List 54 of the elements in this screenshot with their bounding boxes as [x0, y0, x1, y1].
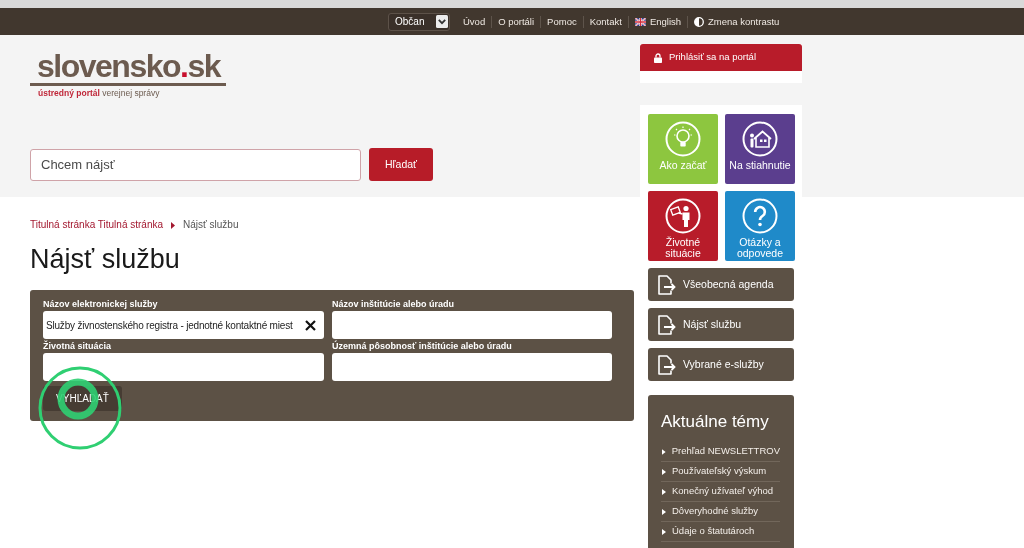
breadcrumb-current: Nájsť službu: [183, 219, 239, 231]
person-sign-icon: [665, 198, 701, 234]
quick-link-button[interactable]: Všeobecná agenda: [648, 268, 794, 301]
category-tile[interactable]: Na stiahnutie: [725, 114, 795, 184]
topic-link[interactable]: Používateľský výskum: [661, 462, 780, 482]
search-button[interactable]: Hľadať: [369, 148, 433, 181]
category-tile[interactable]: Otázky a odpovede: [725, 191, 795, 261]
document-arrow-icon: [657, 354, 676, 375]
topic-link[interactable]: Prehľad NEWSLETTROV: [661, 442, 780, 462]
house-person-icon: [742, 121, 778, 157]
field-label: Životná situácia: [43, 340, 112, 353]
caret-icon: [662, 468, 666, 475]
document-arrow-icon: [657, 314, 676, 335]
clear-icon[interactable]: [305, 319, 316, 331]
input-field[interactable]: [43, 353, 324, 381]
logo[interactable]: slovensko.sk: [30, 50, 226, 86]
nav-link[interactable]: O portáli: [491, 15, 541, 28]
language-link[interactable]: English: [627, 15, 688, 28]
nav-link[interactable]: Kontakt: [582, 15, 628, 28]
input-field[interactable]: [332, 311, 612, 339]
caret-icon: [662, 528, 666, 535]
breadcrumb-link[interactable]: Titulná stránka Titulná stránka: [30, 219, 164, 231]
input-field[interactable]: [332, 353, 612, 381]
section-title: Aktuálne témy: [661, 412, 769, 432]
field-label: Názov elektronickej služby: [43, 298, 158, 311]
dropdown-arrow-icon: [436, 15, 448, 28]
lock-icon: [654, 52, 662, 63]
question-mark-icon: [742, 198, 778, 234]
contrast-link[interactable]: Zmena kontrastu: [687, 15, 786, 28]
field-label: Územná pôsobnosť inštitúcie alebo úradu: [332, 340, 512, 353]
quick-link-button[interactable]: Nájsť službu: [648, 308, 794, 341]
topic-link[interactable]: Dôveryhodné služby: [661, 502, 780, 522]
logo-tagline: ústredný portál verejnej správy: [37, 88, 160, 98]
field-label: Názov inštitúcie alebo úradu: [332, 298, 455, 311]
login-button[interactable]: Prihlásiť sa na portál: [640, 44, 802, 71]
light-bulb-icon: [665, 121, 701, 157]
caret-icon: [662, 508, 666, 515]
topic-link[interactable]: Údaje o štatutároch: [661, 522, 780, 542]
contrast-icon: [694, 16, 705, 27]
caret-icon: [662, 448, 666, 455]
search-field[interactable]: Chcem nájsť: [30, 148, 361, 181]
topic-link[interactable]: Konečný užívateľ výhod: [661, 482, 780, 502]
page-title: Nájsť službu: [30, 243, 180, 275]
click-ring-icon: [38, 366, 122, 450]
category-tile[interactable]: Životné situácie: [648, 191, 718, 261]
nav-link[interactable]: Úvod: [457, 15, 492, 28]
caret-icon: [171, 221, 176, 229]
flag-icon: [634, 17, 646, 26]
caret-icon: [662, 488, 666, 495]
input-field[interactable]: Služby živnostenského registra - jednotné kontaktné miest: [43, 311, 324, 339]
nav-link[interactable]: Pomoc: [540, 15, 583, 28]
document-arrow-icon: [657, 274, 676, 295]
role-select[interactable]: Občan: [388, 12, 450, 31]
quick-link-button[interactable]: Vybrané e-služby: [648, 348, 794, 381]
